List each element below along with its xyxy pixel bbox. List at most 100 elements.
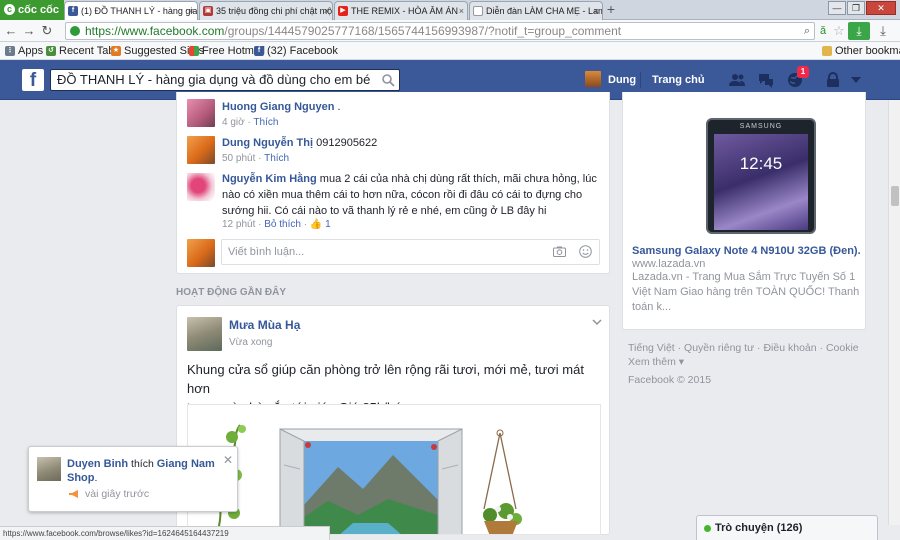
bookmark-apps[interactable]: ⋮ Apps: [5, 44, 43, 58]
translate-icon[interactable]: ă: [816, 23, 830, 39]
url-path: /groups/1444579025777168/156574415699398…: [224, 24, 622, 38]
notification-toast[interactable]: Duyen Binh thích Giang Nam Shop. vài giâ…: [28, 446, 238, 512]
user-avatar[interactable]: [585, 71, 601, 87]
footer-link-language[interactable]: Tiếng Việt: [628, 342, 675, 354]
messages-icon[interactable]: [757, 71, 775, 89]
star-icon[interactable]: ☆: [832, 23, 846, 39]
phone-clock: 12:45: [739, 154, 783, 173]
comment-avatar-huong[interactable]: [187, 99, 215, 127]
back-icon[interactable]: ←: [4, 23, 18, 39]
comment-time[interactable]: 50 phút: [222, 153, 255, 164]
bookmark-facebook[interactable]: f (32) Facebook: [254, 44, 338, 58]
commenter-name[interactable]: Huong Giang Nguyen: [222, 101, 334, 113]
ad-desc-line: toán k...: [632, 301, 672, 313]
comment-text: .: [337, 101, 341, 113]
notification-target-continued: Shop: [67, 472, 95, 484]
secure-lock-icon: [70, 26, 80, 36]
tab-35-trieu[interactable]: ▣ 35 triệu đồng chi phí chật một ×: [199, 1, 333, 20]
post-author-avatar[interactable]: [187, 317, 222, 351]
friend-requests-icon[interactable]: [728, 71, 746, 89]
megaphone-icon: [69, 490, 78, 498]
url-host: https://www.facebook.com: [85, 24, 225, 38]
tab-do-thanh-ly[interactable]: f (1) ĐỒ THANH LÝ - hàng gia d ×: [64, 1, 198, 20]
restore-button[interactable]: ❐: [847, 1, 865, 15]
tab-the-remix[interactable]: ▶ THE REMIX - HÒA ÂM ÁN ×: [334, 1, 468, 20]
phone-brand: SAMSUNG: [739, 123, 783, 130]
comment-meta: 4 giờ · Thích: [222, 117, 279, 128]
notification-text: Duyen Binh thích Giang Nam Shop.: [67, 458, 215, 484]
post-options-chevron-icon[interactable]: [592, 319, 602, 326]
minimize-button[interactable]: —: [828, 1, 846, 15]
unlike-comment-link[interactable]: Bỏ thích: [264, 219, 301, 230]
footer-copyright: Facebook © 2015: [628, 374, 712, 386]
post-author-name[interactable]: Mưa Mùa Hạ: [229, 318, 300, 332]
post-image[interactable]: [187, 404, 601, 535]
tab-label: 35 triệu đồng chi phí chật một: [216, 6, 333, 16]
tab-label: THE REMIX - HÒA ÂM ÁN: [351, 6, 459, 16]
windows-logo-icon: [189, 46, 199, 56]
download-button[interactable]: ⤓: [848, 22, 870, 40]
close-icon[interactable]: ×: [324, 2, 329, 20]
bookmark-recent-tabs[interactable]: ↺ Recent Tabs: [46, 44, 120, 58]
footer-link-terms[interactable]: Điều khoản: [763, 342, 816, 354]
nav-divider: [640, 72, 641, 88]
profile-link[interactable]: Dung: [608, 72, 636, 88]
ad-phone-image[interactable]: SAMSUNG 12:45: [706, 118, 816, 234]
browser-logo[interactable]: c cốc cốc: [0, 0, 64, 20]
forward-icon[interactable]: →: [22, 23, 36, 39]
reload-icon[interactable]: ↻: [40, 23, 54, 39]
chat-label: Trò chuyện (126): [715, 522, 803, 534]
home-link[interactable]: Trang chủ: [652, 72, 705, 88]
close-icon[interactable]: ×: [594, 2, 599, 20]
notification-target: Giang Nam: [156, 458, 215, 470]
like-comment-link[interactable]: Thích: [264, 153, 289, 164]
camera-icon[interactable]: [553, 246, 566, 257]
other-bookmarks[interactable]: Other bookmarks: [822, 44, 900, 58]
commenter-name[interactable]: Nguyễn Kim Hằng: [222, 173, 317, 185]
comment-avatar-dung[interactable]: [187, 136, 215, 164]
footer-link-privacy[interactable]: Quyền riêng tư: [684, 342, 754, 354]
comment-time[interactable]: 4 giờ: [222, 117, 245, 128]
close-icon[interactable]: ×: [189, 2, 194, 20]
youtube-favicon-icon: ▶: [338, 6, 348, 16]
comment-avatar-kim-hang[interactable]: [187, 173, 215, 201]
chat-sidebar-tab[interactable]: Trò chuyện (126): [696, 515, 878, 540]
facebook-search-input[interactable]: ĐỒ THANH LÝ - hàng gia dụng và đồ dùng c…: [50, 69, 400, 91]
coccoc-logo-icon: c: [4, 4, 15, 15]
comment-input[interactable]: Viết bình luận...: [221, 239, 600, 265]
page-scrollbar[interactable]: [888, 100, 900, 525]
emoji-icon[interactable]: [579, 245, 592, 258]
commenter-name[interactable]: Dung Nguyễn Thị: [222, 137, 313, 149]
like-count[interactable]: 1: [325, 219, 331, 230]
privacy-shortcuts-icon[interactable]: [824, 71, 842, 89]
window-close-button[interactable]: ✕: [866, 1, 896, 15]
search-icon[interactable]: [381, 73, 395, 87]
post-time[interactable]: Vừa xong: [229, 337, 272, 348]
notification-time: vài giây trước: [85, 488, 150, 500]
chevron-down-icon[interactable]: [851, 76, 861, 84]
folder-icon: [822, 46, 832, 56]
like-comment-link[interactable]: Thích: [253, 117, 278, 128]
comment-meta: 12 phút · Bỏ thích · 👍 1: [222, 219, 331, 230]
close-icon[interactable]: ×: [459, 2, 464, 20]
footer-link-cookie[interactable]: Cookie: [826, 342, 859, 354]
download-arrow-icon[interactable]: ⤓: [876, 23, 890, 39]
notifier-avatar: [37, 457, 61, 481]
my-avatar: [187, 239, 215, 267]
close-icon[interactable]: ✕: [223, 453, 233, 467]
footer-link-more[interactable]: Xem thêm: [628, 356, 676, 368]
recent-tabs-icon: ↺: [46, 46, 56, 56]
page-favicon-icon: [473, 6, 483, 16]
status-bar-url: https://www.facebook.com/browse/likes?id…: [0, 526, 330, 540]
url-field[interactable]: https://www.facebook.com/groups/14445790…: [65, 22, 815, 40]
tab-dien-dan[interactable]: Diễn đàn LÀM CHA MẸ - Lam ×: [469, 1, 603, 20]
facebook-logo-icon[interactable]: f: [22, 69, 44, 91]
ad-domain[interactable]: www.lazada.vn: [632, 258, 705, 270]
zoom-icon[interactable]: ⌕: [800, 23, 814, 39]
ad-description: Lazada.vn - Trang Mua Sắm Trực Tuyến Số …: [632, 270, 860, 315]
comment-time[interactable]: 12 phút: [222, 219, 255, 230]
ad-title[interactable]: Samsung Galaxy Note 4 N910U 32GB (Đen)..…: [632, 245, 860, 257]
scrollbar-thumb[interactable]: [891, 186, 899, 206]
comment-text: 0912905622: [316, 137, 378, 149]
new-tab-button[interactable]: +: [602, 2, 620, 18]
